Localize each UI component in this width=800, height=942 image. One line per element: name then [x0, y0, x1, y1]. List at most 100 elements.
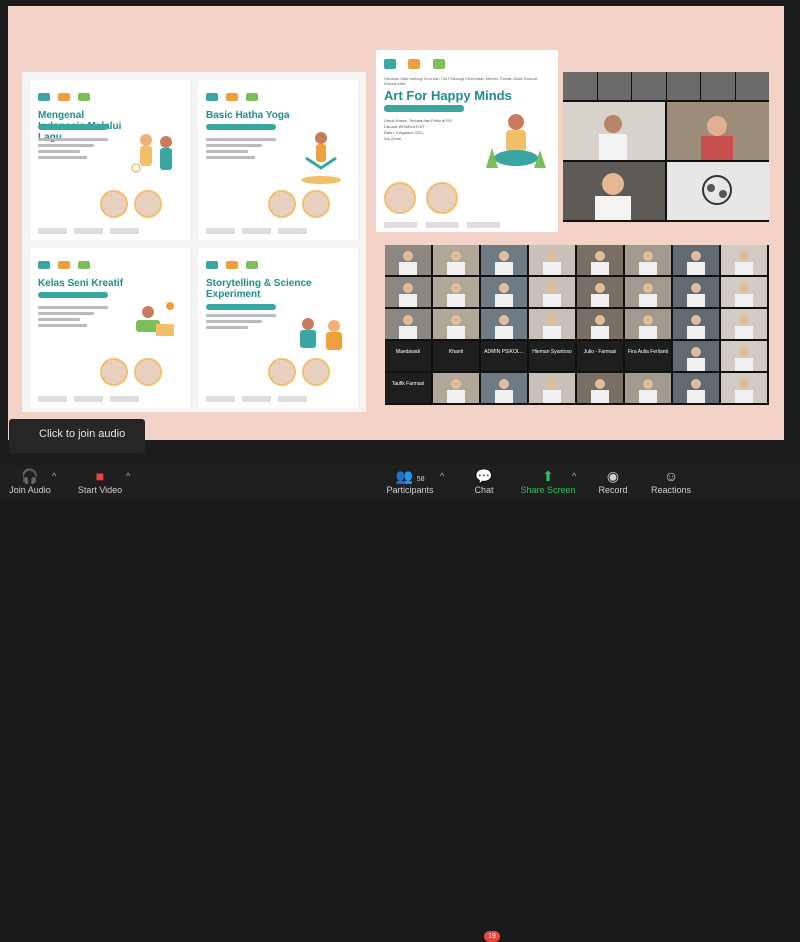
participant-video [447, 251, 465, 275]
meeting-stage: Mengenal Indonesia Melalui Lagu Basic Ha… [0, 0, 800, 465]
video-thumbnail[interactable] [701, 72, 735, 100]
featured-illustration [486, 114, 546, 168]
speaker-tile[interactable] [667, 102, 769, 160]
video-thumbnail[interactable] [735, 72, 769, 100]
chevron-up-icon[interactable]: ^ [572, 471, 576, 481]
participant-tile[interactable]: Khanti [433, 341, 479, 371]
chevron-up-icon[interactable]: ^ [440, 471, 444, 481]
speaker-avatars [268, 358, 348, 388]
record-button[interactable]: ◉ Record [592, 467, 634, 499]
participant-tile[interactable] [385, 309, 431, 339]
poster-card: Basic Hatha Yoga [198, 80, 358, 240]
participant-tile[interactable] [481, 245, 527, 275]
participant-video [735, 379, 753, 403]
participant-tile[interactable] [721, 277, 767, 307]
participant-video [447, 379, 465, 403]
reactions-button[interactable]: ☺ Reactions [648, 467, 694, 499]
speaker-tile[interactable] [563, 162, 665, 220]
speaker-avatars [268, 190, 348, 220]
participant-tile[interactable] [385, 277, 431, 307]
participant-video [399, 283, 417, 307]
chevron-up-icon[interactable]: ^ [52, 471, 56, 481]
participant-tile[interactable] [721, 373, 767, 403]
featured-pill [384, 105, 464, 112]
featured-poster: Gerakan Mari berbagi Seni dan Tim Psikol… [376, 50, 558, 232]
participant-tile[interactable] [721, 309, 767, 339]
participant-tile[interactable] [481, 277, 527, 307]
poster-title: Kelas Seni Kreatif [38, 278, 124, 289]
join-audio-button[interactable]: 🎧 Join Audio [6, 467, 54, 499]
participant-tile[interactable] [433, 373, 479, 403]
participant-tile[interactable] [385, 245, 431, 275]
participant-tile[interactable] [433, 245, 479, 275]
participants-count: 58 [416, 476, 425, 483]
participant-name: Fira Aulia Ferlianti [627, 349, 668, 355]
person-video [701, 116, 733, 160]
video-off-icon: ■️ [95, 468, 105, 484]
participant-tile[interactable]: Maedawati [385, 341, 431, 371]
participant-name: Khanti [448, 349, 464, 355]
video-thumbnail[interactable] [666, 72, 700, 100]
reactions-label: Reactions [650, 485, 692, 495]
speaker-tile[interactable] [563, 102, 665, 160]
participant-gallery: Maedawati Khanti ADMIN PSIKOL... Hieman Sya… [385, 245, 769, 405]
participants-button[interactable]: 👥 58 Participants [380, 467, 440, 499]
poster-footer-logos [38, 228, 182, 234]
chat-button[interactable]: 💬 Chat [464, 467, 504, 499]
participant-tile[interactable]: Taufik Farmasi [385, 373, 431, 403]
participant-tile[interactable] [577, 373, 623, 403]
participant-tile[interactable] [577, 309, 623, 339]
participant-tile[interactable] [481, 373, 527, 403]
featured-meta: Untuk Nakes, Tentara dan Polisi di RS Da… [384, 118, 464, 142]
participant-tile[interactable] [673, 373, 719, 403]
participant-tile[interactable] [433, 277, 479, 307]
participant-tile[interactable] [481, 309, 527, 339]
participant-tile[interactable] [577, 245, 623, 275]
start-video-button[interactable]: ■️ Start Video [76, 467, 124, 499]
participant-video [543, 379, 561, 403]
participant-tile[interactable] [529, 245, 575, 275]
participant-tile[interactable] [721, 245, 767, 275]
participant-tile[interactable]: Hieman Syantoso [529, 341, 575, 371]
participant-tile[interactable]: ADMIN PSIKOL... [481, 341, 527, 371]
participant-tile[interactable] [673, 341, 719, 371]
participant-tile[interactable] [529, 373, 575, 403]
participant-tile[interactable] [721, 341, 767, 371]
participant-video [495, 283, 513, 307]
participant-tile[interactable] [625, 373, 671, 403]
poster-meta [206, 314, 276, 344]
poster-logos [384, 56, 445, 74]
chevron-up-icon[interactable]: ^ [126, 471, 130, 481]
video-thumbnail-strip [563, 72, 769, 100]
participant-tile[interactable] [673, 277, 719, 307]
participant-name: Maedawati [395, 349, 421, 355]
participant-tile[interactable] [625, 309, 671, 339]
participant-tile[interactable] [529, 277, 575, 307]
speaker-tile[interactable] [667, 162, 769, 220]
participants-label: Participants [386, 485, 434, 495]
participant-tile[interactable] [577, 277, 623, 307]
poster-pill [206, 304, 276, 310]
participant-video [639, 283, 657, 307]
tooltip-text: Click to join audio [39, 428, 126, 440]
participant-tile[interactable]: Julio - Farmasi [577, 341, 623, 371]
video-thumbnail[interactable] [563, 72, 597, 100]
share-screen-button[interactable]: ⬆ Share Screen [520, 467, 576, 499]
participant-tile[interactable] [433, 309, 479, 339]
poster-illustration [131, 134, 172, 173]
poster-pill [38, 292, 108, 298]
participant-tile[interactable]: Fira Aulia Ferlianti [625, 341, 671, 371]
video-thumbnail[interactable] [632, 72, 666, 100]
poster-logos [206, 88, 350, 101]
video-thumbnail[interactable] [597, 72, 631, 100]
participant-video [543, 315, 561, 339]
headphones-icon: 🎧 [21, 468, 39, 484]
chat-badge: 19 [484, 931, 500, 942]
participant-tile[interactable] [625, 245, 671, 275]
participant-tile[interactable] [625, 277, 671, 307]
participant-tile[interactable] [673, 245, 719, 275]
participant-video [591, 315, 609, 339]
participant-tile[interactable] [673, 309, 719, 339]
join-audio-label: Join Audio [9, 485, 51, 495]
participant-tile[interactable] [529, 309, 575, 339]
